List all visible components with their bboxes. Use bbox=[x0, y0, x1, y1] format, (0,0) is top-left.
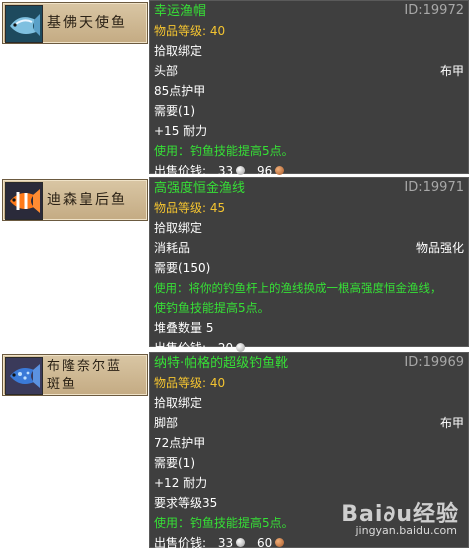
item-level: 物品等级: 40 bbox=[154, 376, 226, 390]
use-effect-line-1: 使用：将你的钓鱼杆上的渔线换成一根高强度恒金渔线， bbox=[154, 281, 442, 295]
fish-name: 迪森皇后鱼 bbox=[47, 192, 127, 208]
armor-type: 布甲 bbox=[439, 64, 464, 78]
use-effect: 使用：钓鱼技能提高5点。 bbox=[154, 144, 294, 158]
silver-coin-icon bbox=[236, 166, 246, 175]
bind-type: 拾取绑定 bbox=[154, 396, 203, 410]
item-category: 消耗品 bbox=[154, 241, 191, 255]
stat-stamina: +15 耐力 bbox=[154, 124, 208, 138]
required-level: 要求等级35 bbox=[154, 496, 218, 510]
copper-amount: 96 bbox=[256, 164, 273, 178]
fish-name: 基佛天使鱼 bbox=[47, 15, 127, 31]
fish-name: 布隆奈尔蓝 斑鱼 bbox=[47, 359, 123, 392]
item-id: ID:19972 bbox=[404, 3, 464, 18]
fish-item-card[interactable]: 布隆奈尔蓝 斑鱼 bbox=[2, 354, 148, 396]
item-tooltip: 高强度恒金渔线 ID:19971 物品等级: 45 拾取绑定 消耗品 物品强化 … bbox=[149, 177, 469, 355]
item-id: ID:19971 bbox=[404, 180, 464, 195]
angelfish-icon bbox=[5, 5, 43, 43]
item-tooltip: 幸运渔帽 ID:19972 物品等级: 40 拾取绑定 头部 布甲 85点护甲 … bbox=[149, 0, 469, 178]
silver-coin-icon bbox=[236, 343, 246, 352]
silver-coin-icon bbox=[236, 538, 246, 547]
equip-slot: 头部 bbox=[154, 64, 179, 78]
bind-type: 拾取绑定 bbox=[154, 44, 203, 58]
silver-amount: 33 bbox=[217, 164, 234, 178]
requirement: 需要(1) bbox=[154, 456, 195, 470]
fish-item-card[interactable]: 基佛天使鱼 bbox=[2, 2, 148, 44]
copper-coin-icon bbox=[275, 166, 285, 175]
item-subcategory: 物品强化 bbox=[415, 241, 464, 255]
item-level: 物品等级: 45 bbox=[154, 201, 226, 215]
copper-coin-icon bbox=[275, 538, 285, 547]
item-level: 物品等级: 40 bbox=[154, 24, 226, 38]
item-title: 幸运渔帽 bbox=[154, 4, 207, 19]
requirement: 需要(150) bbox=[154, 261, 211, 275]
armor-value: 85点护甲 bbox=[154, 84, 206, 98]
fish-item-card[interactable]: 迪森皇后鱼 bbox=[2, 179, 148, 221]
item-id: ID:19969 bbox=[404, 355, 464, 370]
use-effect: 使用：钓鱼技能提高5点。 bbox=[154, 516, 294, 530]
equip-slot: 脚部 bbox=[154, 416, 179, 430]
requirement: 需要(1) bbox=[154, 104, 195, 118]
item-title: 纳特·帕格的超级钓鱼靴 bbox=[154, 356, 289, 371]
item-tooltip: 纳特·帕格的超级钓鱼靴 ID:19969 物品等级: 40 拾取绑定 脚部 布甲… bbox=[149, 352, 469, 550]
blue-spotted-fish-icon bbox=[5, 357, 43, 395]
use-effect-line-2: 使钓鱼技能提高5点。 bbox=[154, 301, 270, 315]
stack-count: 堆叠数量 5 bbox=[154, 321, 214, 335]
item-title: 高强度恒金渔线 bbox=[154, 181, 246, 196]
armor-type: 布甲 bbox=[439, 416, 464, 430]
stat-stamina: +12 耐力 bbox=[154, 476, 208, 490]
sell-price: 出售价钱: 33 60 bbox=[150, 533, 468, 553]
clownfish-icon bbox=[5, 182, 43, 220]
bind-type: 拾取绑定 bbox=[154, 221, 203, 235]
armor-value: 72点护甲 bbox=[154, 436, 206, 450]
